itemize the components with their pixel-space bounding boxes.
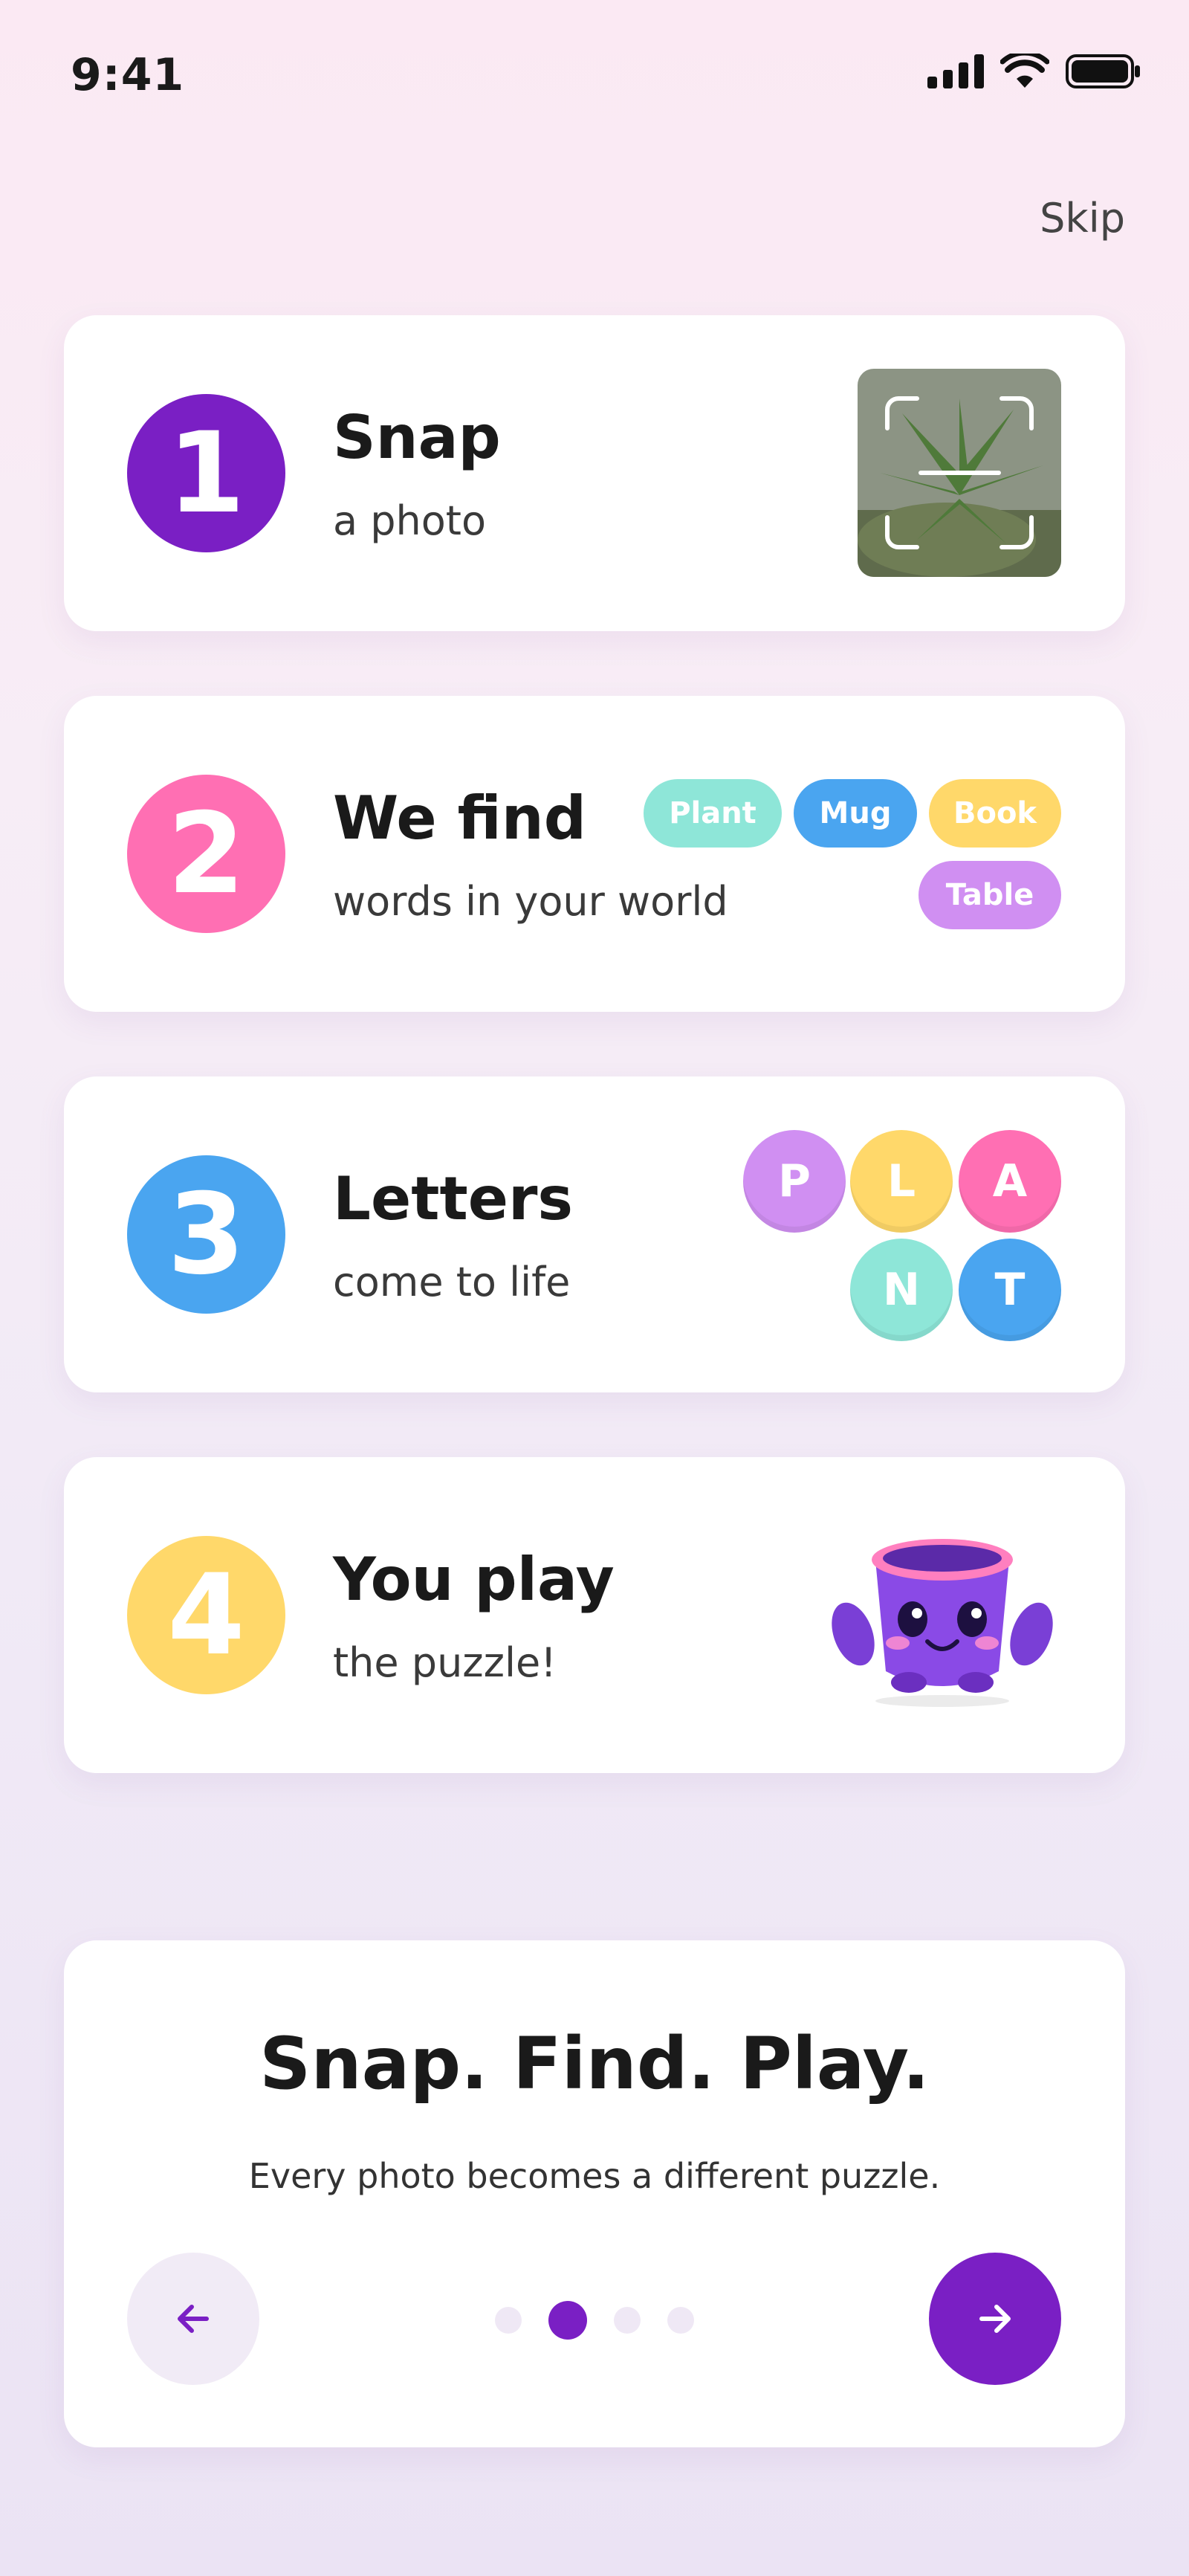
step-title: Snap bbox=[333, 403, 501, 472]
summary-headline: Snap. Find. Play. bbox=[259, 2022, 930, 2105]
status-icons bbox=[927, 54, 1141, 89]
wifi-icon bbox=[1000, 54, 1049, 88]
step-card-letters: 3 Letters come to life P L A N T bbox=[64, 1076, 1125, 1392]
page-dot[interactable] bbox=[667, 2307, 694, 2334]
signal-icon bbox=[927, 54, 984, 88]
letter-ball-n: N bbox=[850, 1239, 953, 1341]
page-dot[interactable] bbox=[495, 2307, 522, 2334]
step-subtitle: come to life bbox=[333, 1259, 571, 1305]
step-number-badge: 4 bbox=[127, 1536, 285, 1694]
step-subtitle: the puzzle! bbox=[333, 1639, 557, 1686]
step-title: We find bbox=[333, 784, 587, 853]
word-tag-book: Book bbox=[929, 779, 1061, 848]
step-subtitle: words in your world bbox=[333, 878, 728, 925]
page-dot[interactable] bbox=[614, 2307, 641, 2334]
word-tag-table: Table bbox=[919, 861, 1061, 929]
step-subtitle: a photo bbox=[333, 497, 487, 544]
step-title: You play bbox=[333, 1545, 615, 1614]
step-card-snap: 1 Snap a photo bbox=[64, 315, 1125, 631]
page-dot-active[interactable] bbox=[548, 2301, 587, 2340]
status-bar: 9:41 bbox=[0, 0, 1189, 156]
word-tag-mug: Mug bbox=[794, 779, 917, 848]
letter-ball-p: P bbox=[743, 1130, 846, 1233]
plant-photo-thumbnail bbox=[858, 369, 1061, 577]
battery-icon bbox=[1066, 54, 1140, 88]
status-time: 9:41 bbox=[71, 49, 185, 101]
step-number-badge: 3 bbox=[127, 1155, 285, 1314]
letter-ball-a: A bbox=[959, 1130, 1061, 1233]
next-button[interactable] bbox=[929, 2253, 1061, 2385]
letter-ball-l: L bbox=[850, 1130, 953, 1233]
purple-pot-mascot-illustration bbox=[832, 1539, 1053, 1707]
letter-ball-t: T bbox=[959, 1239, 1061, 1341]
step-card-find: 2 We find words in your world Plant Mug … bbox=[64, 696, 1125, 1012]
step-number-badge: 2 bbox=[127, 775, 285, 933]
skip-button[interactable]: Skip bbox=[1040, 195, 1125, 242]
step-number-badge: 1 bbox=[127, 394, 285, 552]
onboarding-summary-card: Snap. Find. Play. Every photo becomes a … bbox=[64, 1940, 1125, 2447]
step-card-play: 4 You play the puzzle! bbox=[64, 1457, 1125, 1773]
step-title: Letters bbox=[333, 1164, 574, 1233]
arrow-right-icon bbox=[979, 2305, 1011, 2333]
word-tag-plant: Plant bbox=[644, 779, 782, 848]
summary-description: Every photo becomes a different puzzle. bbox=[248, 2156, 941, 2196]
